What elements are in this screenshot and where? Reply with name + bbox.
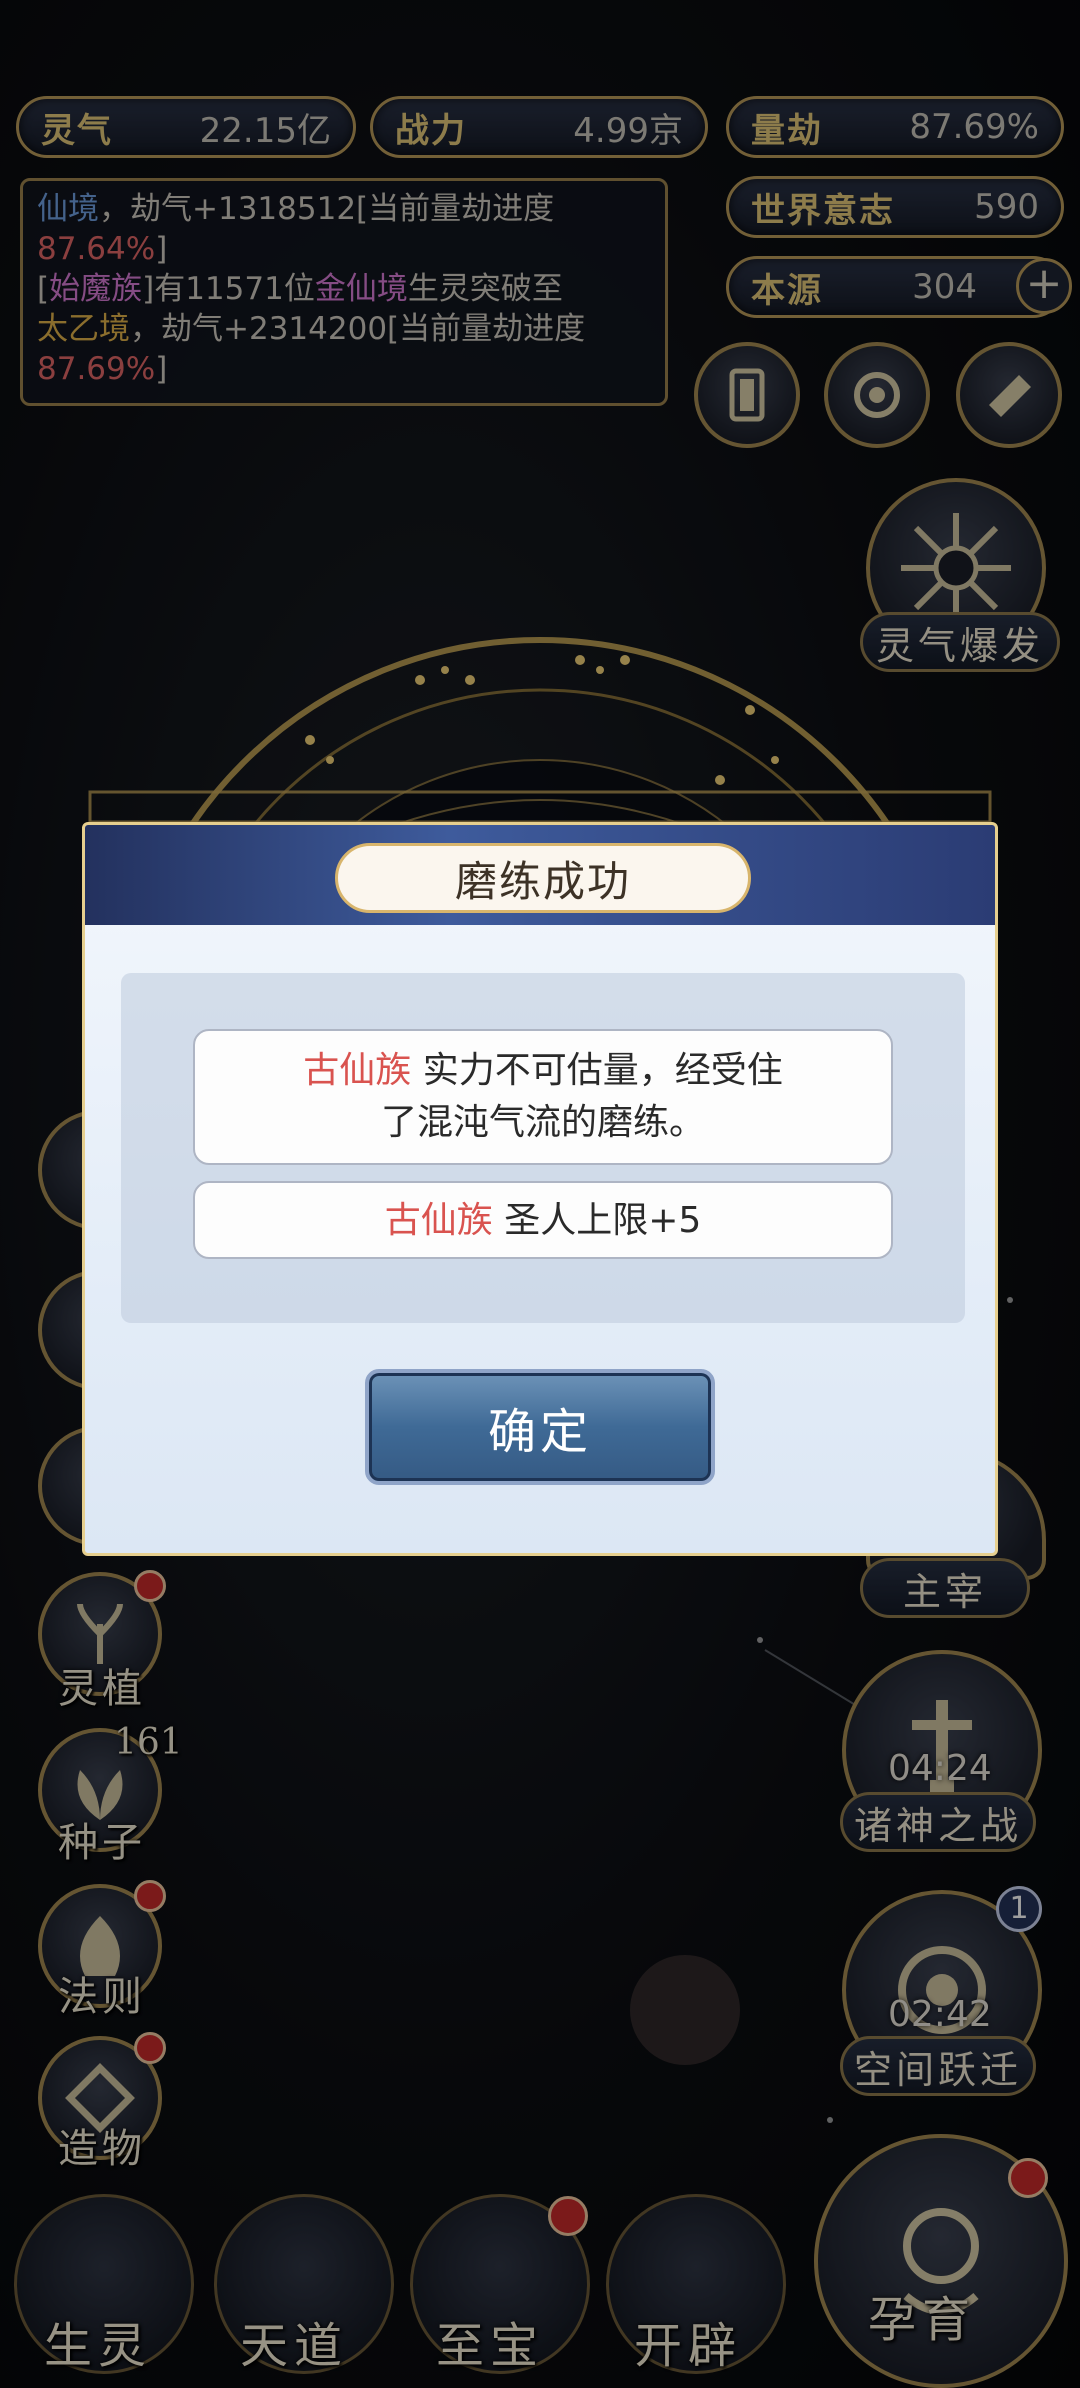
- message-1-race: 古仙族: [303, 1050, 412, 1091]
- dialog-title: 磨练成功: [335, 843, 751, 913]
- confirm-button[interactable]: 确定: [365, 1369, 715, 1485]
- message-card-1: 古仙族 实力不可估量，经受住 了混沌气流的磨练。: [193, 1029, 893, 1165]
- message-1-line-1: 古仙族 实力不可估量，经受住: [195, 1045, 891, 1097]
- message-card-2: 古仙族 圣人上限+5: [193, 1181, 893, 1259]
- message-2-text: 圣人上限+5: [504, 1200, 702, 1241]
- message-2-race: 古仙族: [384, 1200, 493, 1241]
- message-1-text-a: 实力不可估量，经受住: [422, 1050, 783, 1091]
- message-1-line-2: 了混沌气流的磨练。: [380, 1102, 705, 1143]
- training-success-dialog: 磨练成功 古仙族 实力不可估量，经受住 了混沌气流的磨练。 古仙族 圣人上限+5…: [82, 822, 998, 1556]
